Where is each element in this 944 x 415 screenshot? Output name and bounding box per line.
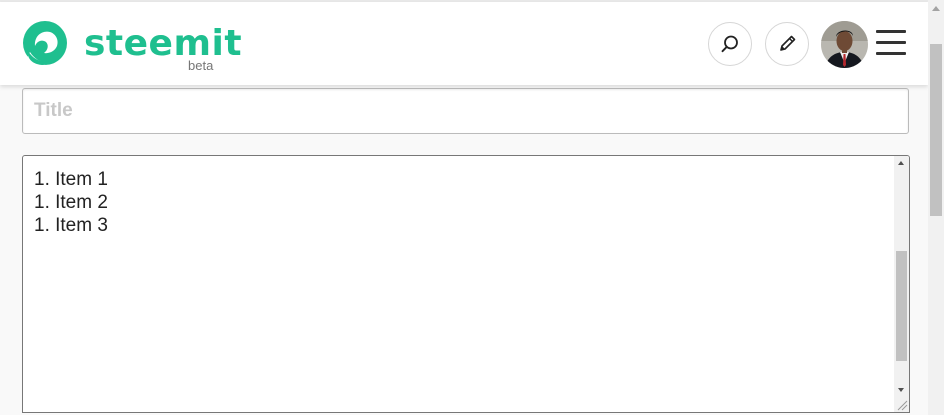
body-line: 1. Item 1 <box>34 169 108 190</box>
menu-bar <box>876 30 906 33</box>
resize-grip-icon[interactable] <box>895 398 908 411</box>
body-line: 1. Item 2 <box>34 192 108 213</box>
textarea-scroll-thumb[interactable] <box>896 251 907 361</box>
page-scroll-up-arrow-icon[interactable] <box>932 6 940 11</box>
beta-badge: beta <box>188 58 214 73</box>
page-scrollbar[interactable] <box>928 0 944 415</box>
title-input[interactable] <box>22 88 909 134</box>
steemit-logo-icon[interactable] <box>20 18 72 70</box>
page: steemit beta Title 1. Item 1 1. Item 2 1… <box>0 0 944 415</box>
menu-bar <box>876 52 906 55</box>
search-icon <box>721 35 738 53</box>
textarea-scrollbar[interactable] <box>894 156 909 412</box>
body-text[interactable]: 1. Item 1 1. Item 2 1. Item 3 <box>34 168 108 237</box>
menu-bar <box>876 41 906 44</box>
page-scroll-thumb[interactable] <box>930 44 942 216</box>
pencil-icon <box>780 35 796 51</box>
scroll-up-arrow-icon[interactable] <box>898 161 904 165</box>
avatar[interactable] <box>821 21 868 68</box>
submit-post-button[interactable] <box>765 22 809 66</box>
body-line: 1. Item 3 <box>34 215 108 236</box>
user-photo-icon <box>821 21 868 68</box>
brand-name[interactable]: steemit <box>84 22 242 66</box>
search-button[interactable] <box>708 22 752 66</box>
hamburger-menu-icon[interactable] <box>876 30 906 58</box>
header-bar: steemit beta <box>0 2 928 85</box>
scroll-down-arrow-icon[interactable] <box>898 388 904 392</box>
post-body-textarea[interactable]: 1. Item 1 1. Item 2 1. Item 3 <box>22 155 910 413</box>
